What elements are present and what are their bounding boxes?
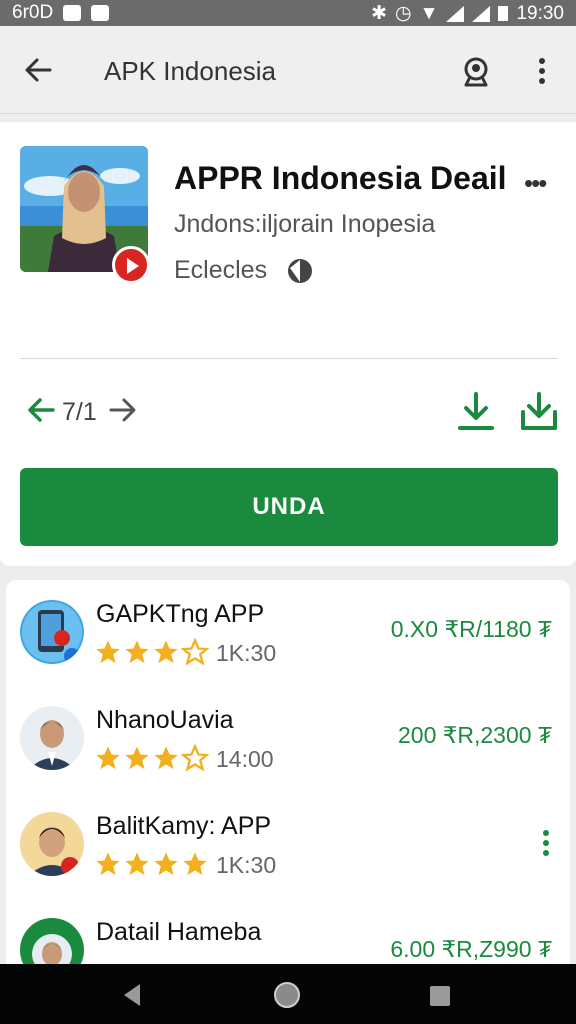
arrow-left-icon[interactable] <box>26 396 56 424</box>
list-item-rating: 14:00 <box>216 746 274 772</box>
list-item[interactable]: GAPKTng APP 1K:30 0.X0 ₹R/1180 ₮ <box>6 580 570 686</box>
star-full-icon <box>125 640 149 664</box>
back-arrow-icon[interactable] <box>22 54 54 86</box>
list-item-price: 0.X0 ₹R/1180 ₮ <box>390 616 552 642</box>
list-item-name: GAPKTng APP <box>96 600 265 628</box>
star-full-icon <box>154 746 178 770</box>
arrow-right-icon[interactable] <box>108 396 138 424</box>
list-item[interactable]: NhanoUavia 14:00 200 ₹R,2300 ₮ <box>6 686 570 792</box>
status-bar: 6r0D ✱ ◷ ▼ 19:30 <box>0 0 576 26</box>
list-item-price: 200 ₹R,2300 ₮ <box>397 722 552 748</box>
app-bar: APK Indonesia <box>0 26 576 114</box>
list-item-rating: 1K:30 <box>216 640 277 666</box>
app-avatar-icon <box>20 600 84 664</box>
status-time: 19:30 <box>516 2 564 24</box>
star-outline-icon <box>181 638 209 666</box>
battery-icon <box>498 6 509 21</box>
category-badge-icon <box>288 259 312 283</box>
app-list: GAPKTng APP 1K:30 0.X0 ₹R/1180 ₮ NhanoUa… <box>6 580 570 982</box>
star-full-icon <box>96 640 120 664</box>
developer-name[interactable]: Jndons:iljorain Inopesia <box>174 210 435 239</box>
star-full-icon <box>125 852 149 876</box>
category-label: Eclecles <box>174 256 268 284</box>
nav-recent-apps-icon[interactable] <box>428 984 452 1008</box>
list-item-name: Datail Hameba <box>96 918 262 946</box>
bluetooth-icon: ✱ <box>371 3 388 24</box>
list-item-rating: 1K:30 <box>216 852 277 878</box>
signal-icon <box>446 5 465 22</box>
system-nav-bar <box>0 964 576 1024</box>
more-vert-icon[interactable] <box>530 54 554 88</box>
app-avatar-icon <box>20 706 84 770</box>
star-full-icon <box>125 746 149 770</box>
save-download-icon[interactable] <box>520 390 558 432</box>
nav-home-icon[interactable] <box>272 980 302 1010</box>
carrier-label: 6r0D <box>12 2 54 23</box>
app-name: APPR Indonesia Deail <box>174 160 507 196</box>
app-more-icon[interactable]: ••• <box>524 168 547 199</box>
star-full-icon <box>154 852 178 876</box>
list-item-name: NhanoUavia <box>96 706 234 734</box>
list-item[interactable]: BalitKamy: APP 1K:30 <box>6 792 570 898</box>
download-icon[interactable] <box>458 390 494 432</box>
star-full-icon <box>96 746 120 770</box>
star-full-icon <box>183 852 207 876</box>
image-icon <box>91 5 110 21</box>
star-full-icon <box>96 852 120 876</box>
pager-indicator: 7/1 <box>62 398 97 426</box>
nav-back-icon[interactable] <box>120 982 144 1008</box>
app-detail-card: APPR Indonesia Deail ••• Jndons:iljorain… <box>0 122 576 566</box>
star-rating <box>94 850 209 878</box>
play-badge-icon <box>112 246 150 284</box>
list-item-price: 6.00 ₹R,Z990 ₮ <box>390 936 552 962</box>
app-avatar-icon <box>20 812 84 876</box>
signal-icon-2 <box>472 5 491 22</box>
list-item-more-icon[interactable] <box>542 828 550 858</box>
star-outline-icon <box>181 744 209 772</box>
star-full-icon <box>154 640 178 664</box>
app-bar-title: APK Indonesia <box>104 56 277 86</box>
install-button[interactable]: UNDA <box>20 468 558 546</box>
wifi-icon: ▼ <box>419 2 439 24</box>
divider <box>20 358 558 359</box>
star-rating <box>94 744 209 772</box>
search-icon[interactable] <box>460 54 492 88</box>
notification-icon <box>63 5 82 21</box>
star-rating <box>94 638 209 666</box>
list-item-name: BalitKamy: APP <box>96 812 272 840</box>
alarm-icon: ◷ <box>395 3 412 24</box>
